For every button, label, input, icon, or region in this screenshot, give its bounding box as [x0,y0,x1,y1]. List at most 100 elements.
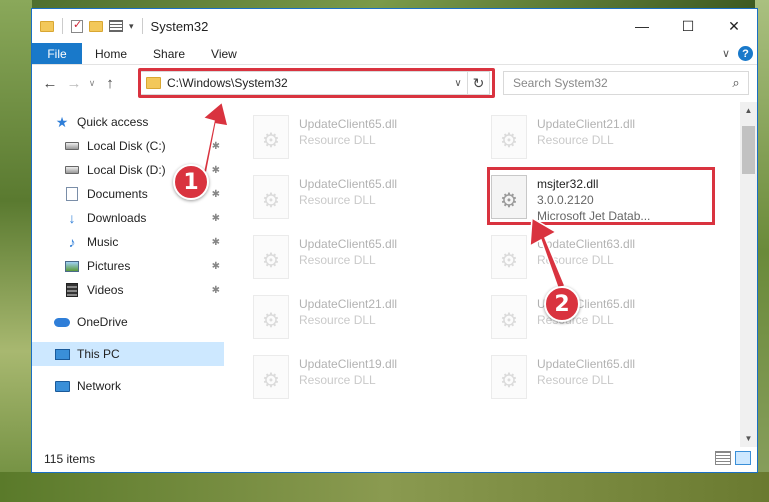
pin-icon: ✱ [211,284,220,296]
address-dropdown-icon[interactable]: ∨ [449,78,467,89]
list-item[interactable]: UpdateClient65.dll Resource DLL [253,170,483,222]
details-view-icon[interactable] [715,451,731,465]
file-type: Resource DLL [299,133,376,147]
file-name: UpdateClient65.dll [299,237,398,251]
file-name: UpdateClient21.dll [299,297,398,311]
window-title: System32 [150,18,209,34]
item-count: 115 items [44,451,96,466]
file-type: Resource DLL [299,373,376,387]
vertical-scrollbar[interactable]: ▲ ▼ [740,102,757,447]
pin-icon: ✱ [211,236,220,248]
sidebar-item-label: Local Disk (D:) [87,163,166,177]
file-name: UpdateClient65.dll [537,357,636,371]
minimize-button[interactable]: — [619,9,665,43]
new-folder-icon[interactable] [89,20,103,32]
view-options-icon[interactable] [109,20,123,32]
sidebar-item-downloads[interactable]: ↓ Downloads ✱ [32,206,224,230]
sidebar-item-pictures[interactable]: Pictures ✱ [32,254,224,278]
large-icons-view-icon[interactable] [735,451,751,465]
documents-icon [64,187,80,201]
maximize-button[interactable]: ☐ [665,9,711,43]
file-name: UpdateClient21.dll [537,117,636,131]
scroll-up-icon[interactable]: ▲ [740,102,757,119]
file-name: UpdateClient19.dll [299,357,398,371]
refresh-icon[interactable]: ↻ [467,72,489,94]
file-name: UpdateClient65.dll [299,117,398,131]
window-controls: — ☐ ✕ [619,9,757,43]
help-icon[interactable]: ? [738,46,753,61]
file-type: Resource DLL [537,133,614,147]
sidebar-item-network[interactable]: Network [32,374,224,398]
up-arrow-icon[interactable]: ↑ [98,75,122,92]
sidebar-item-label: Downloads [87,211,147,225]
file-type: Resource DLL [537,253,614,267]
sidebar-item-label: Network [77,379,122,393]
list-item[interactable]: UpdateClient65.dll Resource DLL [253,110,483,162]
forward-arrow-icon[interactable]: → [62,75,86,92]
back-arrow-icon[interactable]: ← [38,75,62,92]
dll-file-icon [491,115,527,159]
view-toggle [715,451,751,465]
onedrive-cloud-icon [54,315,70,329]
search-icon[interactable]: ⌕ [724,75,748,91]
callout-1-badge: 1 [173,164,209,200]
network-icon [54,379,70,393]
ribbon-controls: ∨ ? [722,46,753,61]
address-path[interactable]: C:\Windows\System32 [167,76,449,90]
address-bar[interactable]: C:\Windows\System32 ∨ ↻ [140,71,490,95]
dll-file-icon [491,295,527,339]
toolbar-divider [141,18,143,34]
desktop-background-bottom [0,472,769,502]
search-input[interactable]: Search System32 [504,76,724,90]
dll-file-icon [253,355,289,399]
star-icon: ★ [55,113,69,130]
tab-home[interactable]: Home [82,43,140,64]
file-type: Resource DLL [299,193,376,207]
tab-file[interactable]: File [32,43,82,64]
sidebar-item-this-pc[interactable]: This PC [32,342,224,366]
status-bar: 115 items [32,445,757,472]
scrollbar-thumb[interactable] [742,126,755,174]
close-button[interactable]: ✕ [711,9,757,43]
expand-ribbon-icon[interactable]: ∨ [722,47,730,60]
downloads-icon: ↓ [68,210,76,226]
file-type: Resource DLL [299,253,376,267]
file-name: UpdateClient65.dll [299,177,398,191]
explorer-window: ▾ System32 — ☐ ✕ File Home Share View ∨ … [31,8,758,473]
navigation-pane: ★ Quick access Local Disk (C:) ✱ Local D… [32,102,224,447]
customize-toolbar-arrow-icon[interactable]: ▾ [129,21,134,32]
tab-share[interactable]: Share [140,43,198,64]
disk-icon [64,139,80,153]
dll-file-icon [491,355,527,399]
sidebar-item-label: Documents [87,187,148,201]
tab-view[interactable]: View [198,43,250,64]
recent-locations-icon[interactable]: ∨ [86,78,98,89]
sidebar-item-label: Local Disk (C:) [87,139,166,153]
sidebar-item-quick-access[interactable]: ★ Quick access [32,110,224,134]
list-item[interactable]: UpdateClient65.dll Resource DLL [491,350,721,402]
dll-file-icon [491,235,527,279]
file-type: Resource DLL [537,373,614,387]
computer-icon [54,347,70,361]
list-item[interactable]: UpdateClient21.dll Resource DLL [491,110,721,162]
list-item[interactable]: UpdateClient63.dll Resource DLL [491,230,721,282]
videos-icon [64,283,80,297]
search-box[interactable]: Search System32 ⌕ [503,71,749,95]
sidebar-item-videos[interactable]: Videos ✱ [32,278,224,302]
sidebar-item-music[interactable]: ♪ Music ✱ [32,230,224,254]
list-item[interactable]: UpdateClient21.dll Resource DLL [253,290,483,342]
sidebar-item-label: This PC [77,347,120,361]
list-item[interactable]: UpdateClient19.dll Resource DLL [253,350,483,402]
navigation-bar: ← → ∨ ↑ C:\Windows\System32 ∨ ↻ Search S… [32,65,757,101]
file-list: UpdateClient65.dll Resource DLL UpdateCli… [238,102,741,447]
dll-file-icon [253,295,289,339]
list-item[interactable]: UpdateClient65.dll Resource DLL [253,230,483,282]
properties-icon[interactable] [71,18,83,33]
sidebar-item-onedrive[interactable]: OneDrive [32,310,224,334]
desktop-background-left [0,0,32,502]
dll-file-icon [253,235,289,279]
list-item[interactable]: UpdateClient65.dllResource DLL [491,290,721,342]
toolbar-divider [62,18,63,34]
sidebar-item-local-disk-c[interactable]: Local Disk (C:) ✱ [32,134,224,158]
pictures-icon [64,259,80,273]
